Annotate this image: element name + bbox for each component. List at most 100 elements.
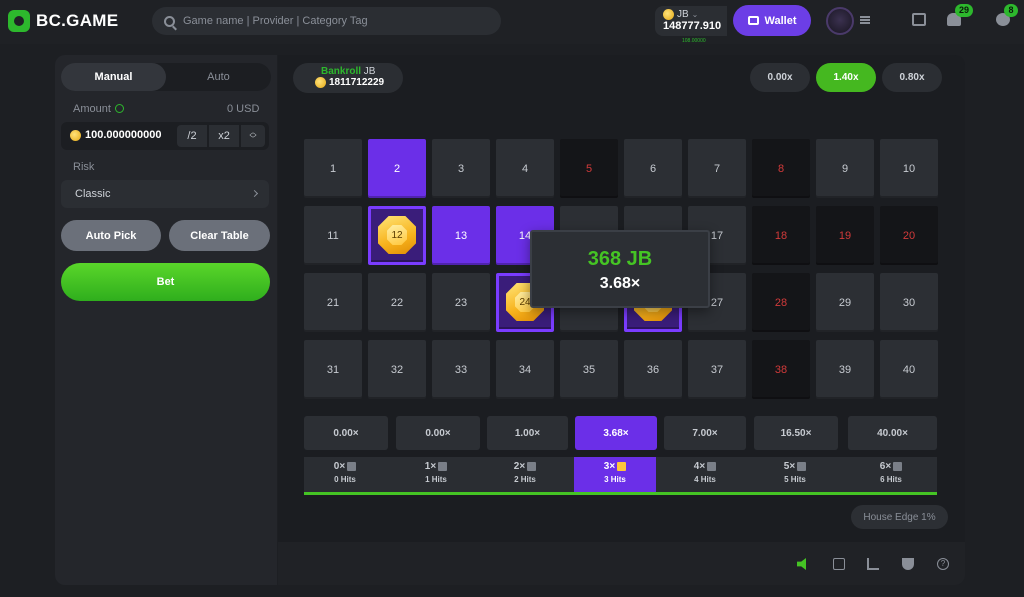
keno-tile[interactable]: 22 [368, 273, 426, 332]
footer-toolbar [278, 542, 965, 585]
keno-tile[interactable]: 5 [560, 139, 618, 198]
tab-auto[interactable]: Auto [166, 63, 271, 91]
mail-icon[interactable] [912, 13, 926, 26]
coin-icon [315, 77, 326, 88]
hits-multiplier-label: 2× [513, 461, 526, 472]
bankroll-label: Bankroll JB [321, 66, 376, 77]
tab-manual[interactable]: Manual [61, 63, 166, 91]
keno-tile[interactable]: 37 [688, 340, 746, 399]
win-popup: 368 JB 3.68× [530, 230, 710, 308]
house-edge: House Edge 1% [851, 505, 948, 529]
keno-tile[interactable]: 11 [304, 206, 362, 265]
hits-label: 2 Hits [514, 475, 536, 484]
chevron-right-icon [250, 189, 259, 198]
keno-tile[interactable]: 29 [816, 273, 874, 332]
win-multiplier: 3.68× [599, 275, 641, 292]
hits-bar: 0× 0 Hits 1× 1 Hits 2× 2 Hits 3× 3 Hits 4× 4 Hits… [304, 457, 937, 495]
amount-usd: 0 USD [227, 103, 260, 115]
keyboard-icon[interactable] [833, 558, 845, 570]
search-input[interactable] [183, 15, 483, 27]
logo[interactable]: BC.GAME [8, 10, 118, 32]
hits-label: 1 Hits [425, 475, 447, 484]
keno-tile[interactable]: 2 [368, 139, 426, 198]
payout-cell: 16.50× [754, 416, 838, 450]
half-button[interactable]: /2 [177, 125, 207, 147]
balance-display[interactable]: JB ⌄ 148777.910 [655, 6, 727, 36]
wallet-label: Wallet [764, 14, 797, 27]
keno-tile[interactable]: 21 [304, 273, 362, 332]
hits-column: 4× 4 Hits [664, 457, 746, 492]
keno-tile[interactable]: 23 [432, 273, 490, 332]
keno-tile[interactable]: 6 [624, 139, 682, 198]
gem-icon [438, 462, 448, 471]
keno-tile[interactable]: 18 [752, 206, 810, 265]
keno-tile[interactable]: 31 [304, 340, 362, 399]
trophy-icon[interactable] [902, 558, 914, 570]
keno-tile[interactable]: 36 [624, 340, 682, 399]
keno-tile[interactable]: 8 [752, 139, 810, 198]
payout-cell: 40.00× [848, 416, 937, 450]
hits-multiplier-label: 3× [603, 461, 616, 472]
keno-tile[interactable]: 10 [880, 139, 938, 198]
gem-icon [347, 462, 357, 471]
gem-icon [707, 462, 717, 471]
hits-column: 0× 0 Hits [304, 457, 386, 492]
keno-tile[interactable]: 32 [368, 340, 426, 399]
keno-tile[interactable]: 7 [688, 139, 746, 198]
keno-tile[interactable]: 12 [368, 206, 426, 265]
keno-tile[interactable]: 38 [752, 340, 810, 399]
search-bar[interactable] [152, 7, 501, 35]
hits-multiplier-label: 4× [693, 461, 706, 472]
gem-icon [527, 462, 537, 471]
hits-multiplier-label: 1× [424, 461, 437, 472]
keno-tile[interactable]: 28 [752, 273, 810, 332]
keno-tile[interactable]: 4 [496, 139, 554, 198]
keno-tile[interactable]: 33 [432, 340, 490, 399]
recent-multiplier[interactable]: 0.00x [750, 63, 810, 92]
hits-multiplier-label: 5× [783, 461, 796, 472]
bankroll-display[interactable]: Bankroll JB 1811712229 [293, 63, 403, 93]
logo-text: BC.GAME [36, 11, 119, 30]
recent-multiplier[interactable]: 1.40x [816, 63, 876, 92]
amount-value[interactable]: 100.000000000 [85, 129, 161, 141]
bet-button[interactable]: Bet [61, 263, 270, 301]
keno-tile[interactable]: 40 [880, 340, 938, 399]
keno-tile[interactable]: 35 [560, 340, 618, 399]
coin-icon [663, 9, 674, 20]
risk-label: Risk [73, 161, 95, 173]
chevron-down-icon[interactable]: ﹀ [250, 136, 257, 143]
auto-pick-button[interactable]: Auto Pick [61, 220, 161, 251]
amount-field[interactable]: 100.000000000 /2 x2 ︿ ﹀ [61, 122, 269, 150]
keno-tile[interactable]: 20 [880, 206, 938, 265]
double-button[interactable]: x2 [209, 125, 239, 147]
balance-sub: 108.00000 [682, 38, 706, 44]
chart-icon[interactable] [867, 558, 879, 570]
coin-icon [70, 130, 81, 141]
keno-tile[interactable]: 3 [432, 139, 490, 198]
keno-tile[interactable]: 9 [816, 139, 874, 198]
keno-tile[interactable]: 1 [304, 139, 362, 198]
menu-icon[interactable] [860, 16, 870, 24]
payout-cell: 7.00× [664, 416, 746, 450]
recent-multiplier[interactable]: 0.80x [882, 63, 942, 92]
win-amount: 368 JB [587, 248, 653, 270]
amount-stepper[interactable]: ︿ ﹀ [241, 125, 265, 147]
keno-tile[interactable]: 13 [432, 206, 490, 265]
payout-cell: 3.68× [575, 416, 657, 450]
risk-select[interactable]: Classic [61, 180, 269, 208]
keno-tile[interactable]: 39 [816, 340, 874, 399]
chevron-up-icon[interactable]: ︿ [250, 129, 257, 136]
amount-label: Amount [73, 103, 124, 115]
help-icon[interactable]: ? [937, 558, 949, 570]
keno-tile[interactable]: 30 [880, 273, 938, 332]
hits-multiplier-label: 6× [879, 461, 892, 472]
clear-table-button[interactable]: Clear Table [169, 220, 270, 251]
gem-icon [893, 462, 903, 471]
info-icon[interactable] [114, 104, 124, 113]
keno-tile[interactable]: 19 [816, 206, 874, 265]
keno-tile[interactable]: 34 [496, 340, 554, 399]
risk-value: Classic [75, 188, 111, 200]
avatar[interactable] [826, 7, 854, 35]
search-icon [164, 15, 175, 27]
wallet-button[interactable]: Wallet [733, 5, 811, 36]
